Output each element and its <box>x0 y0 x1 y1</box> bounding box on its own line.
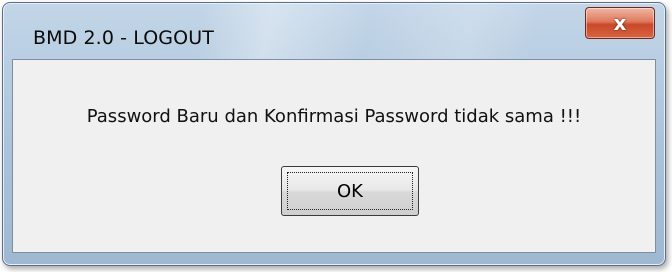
ok-button[interactable]: OK <box>281 166 419 216</box>
dialog-title: BMD 2.0 - LOGOUT <box>33 27 214 49</box>
close-icon: x <box>613 11 627 35</box>
ok-button-label: OK <box>337 180 363 202</box>
message-dialog-window: BMD 2.0 - LOGOUT x Password Baru dan Kon… <box>2 2 666 266</box>
title-bar[interactable]: BMD 2.0 - LOGOUT x <box>3 3 665 59</box>
dialog-body: Password Baru dan Konfirmasi Password ti… <box>12 59 656 253</box>
error-message: Password Baru dan Konfirmasi Password ti… <box>86 106 582 127</box>
close-button[interactable]: x <box>585 7 655 39</box>
